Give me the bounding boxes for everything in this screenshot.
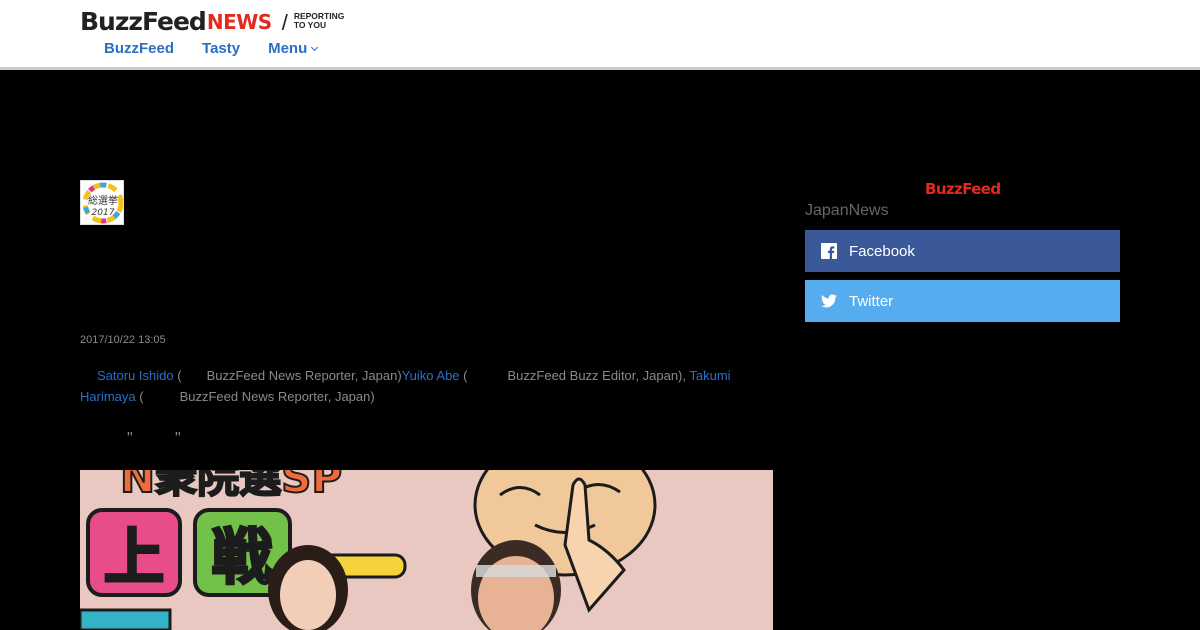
badge-text-2: 2017	[92, 208, 115, 218]
photo-block1-text: 上	[104, 523, 164, 593]
quote-close: "	[175, 430, 181, 447]
facebook-share-button[interactable]: Facebook	[805, 230, 1120, 272]
author-link[interactable]: Satoru Ishido	[97, 368, 174, 383]
sidebar-title: JapanNews	[805, 202, 889, 219]
badge-text-1: 総選挙	[88, 194, 118, 207]
article-photo-graphic: N衆院選SP 上 戦	[80, 470, 773, 630]
publish-date: 2017/10/22 13:05	[80, 334, 166, 346]
logo-buzzfeed-text: BuzzFeed	[80, 7, 207, 36]
logo-tagline: REPORTING TO YOU	[294, 12, 354, 30]
photo-block2-text: 戦	[212, 523, 272, 593]
election-badge[interactable]: 総選挙 2017	[80, 180, 124, 225]
election-badge-graphic: 総選挙 2017	[82, 182, 123, 224]
logo-slash: /	[281, 10, 288, 35]
author-role: BuzzFeed Buzz Editor, Japan	[507, 368, 679, 383]
site-header: BuzzFeed NEWS / REPORTING TO YOU BuzzFee…	[0, 0, 1200, 70]
nav-menu-label: Menu	[268, 40, 308, 57]
photo-banner-text: N衆院選SP	[120, 470, 342, 502]
chevron-down-icon	[311, 43, 319, 52]
facebook-icon	[820, 243, 837, 260]
quote-open: "	[127, 430, 133, 447]
nav-buzzfeed-link[interactable]: BuzzFeed	[104, 40, 174, 58]
nav-menu-button[interactable]: Menu	[268, 40, 319, 58]
article-photo: N衆院選SP 上 戦	[80, 470, 773, 630]
logo-news-text: NEWS	[206, 10, 272, 34]
sidebar-brand: BuzzFeed	[925, 180, 1001, 198]
author-role: BuzzFeed News Reporter, Japan	[179, 389, 371, 404]
tagline-line2: TO YOU	[293, 20, 327, 30]
author-role: BuzzFeed News Reporter, Japan	[206, 368, 398, 383]
facebook-label: Facebook	[849, 242, 915, 260]
twitter-share-button[interactable]: Twitter	[805, 280, 1120, 322]
site-logo[interactable]: BuzzFeed NEWS / REPORTING TO YOU	[80, 8, 354, 36]
author-link[interactable]: Yuiko Abe	[402, 368, 460, 383]
twitter-label: Twitter	[849, 292, 894, 310]
nav-tasty-link[interactable]: Tasty	[202, 40, 240, 58]
main-nav: BuzzFeed Tasty Menu	[104, 40, 319, 58]
twitter-icon	[820, 293, 837, 310]
byline: Satoru Ishido (BuzzFeed News Reporter, J…	[80, 368, 731, 404]
